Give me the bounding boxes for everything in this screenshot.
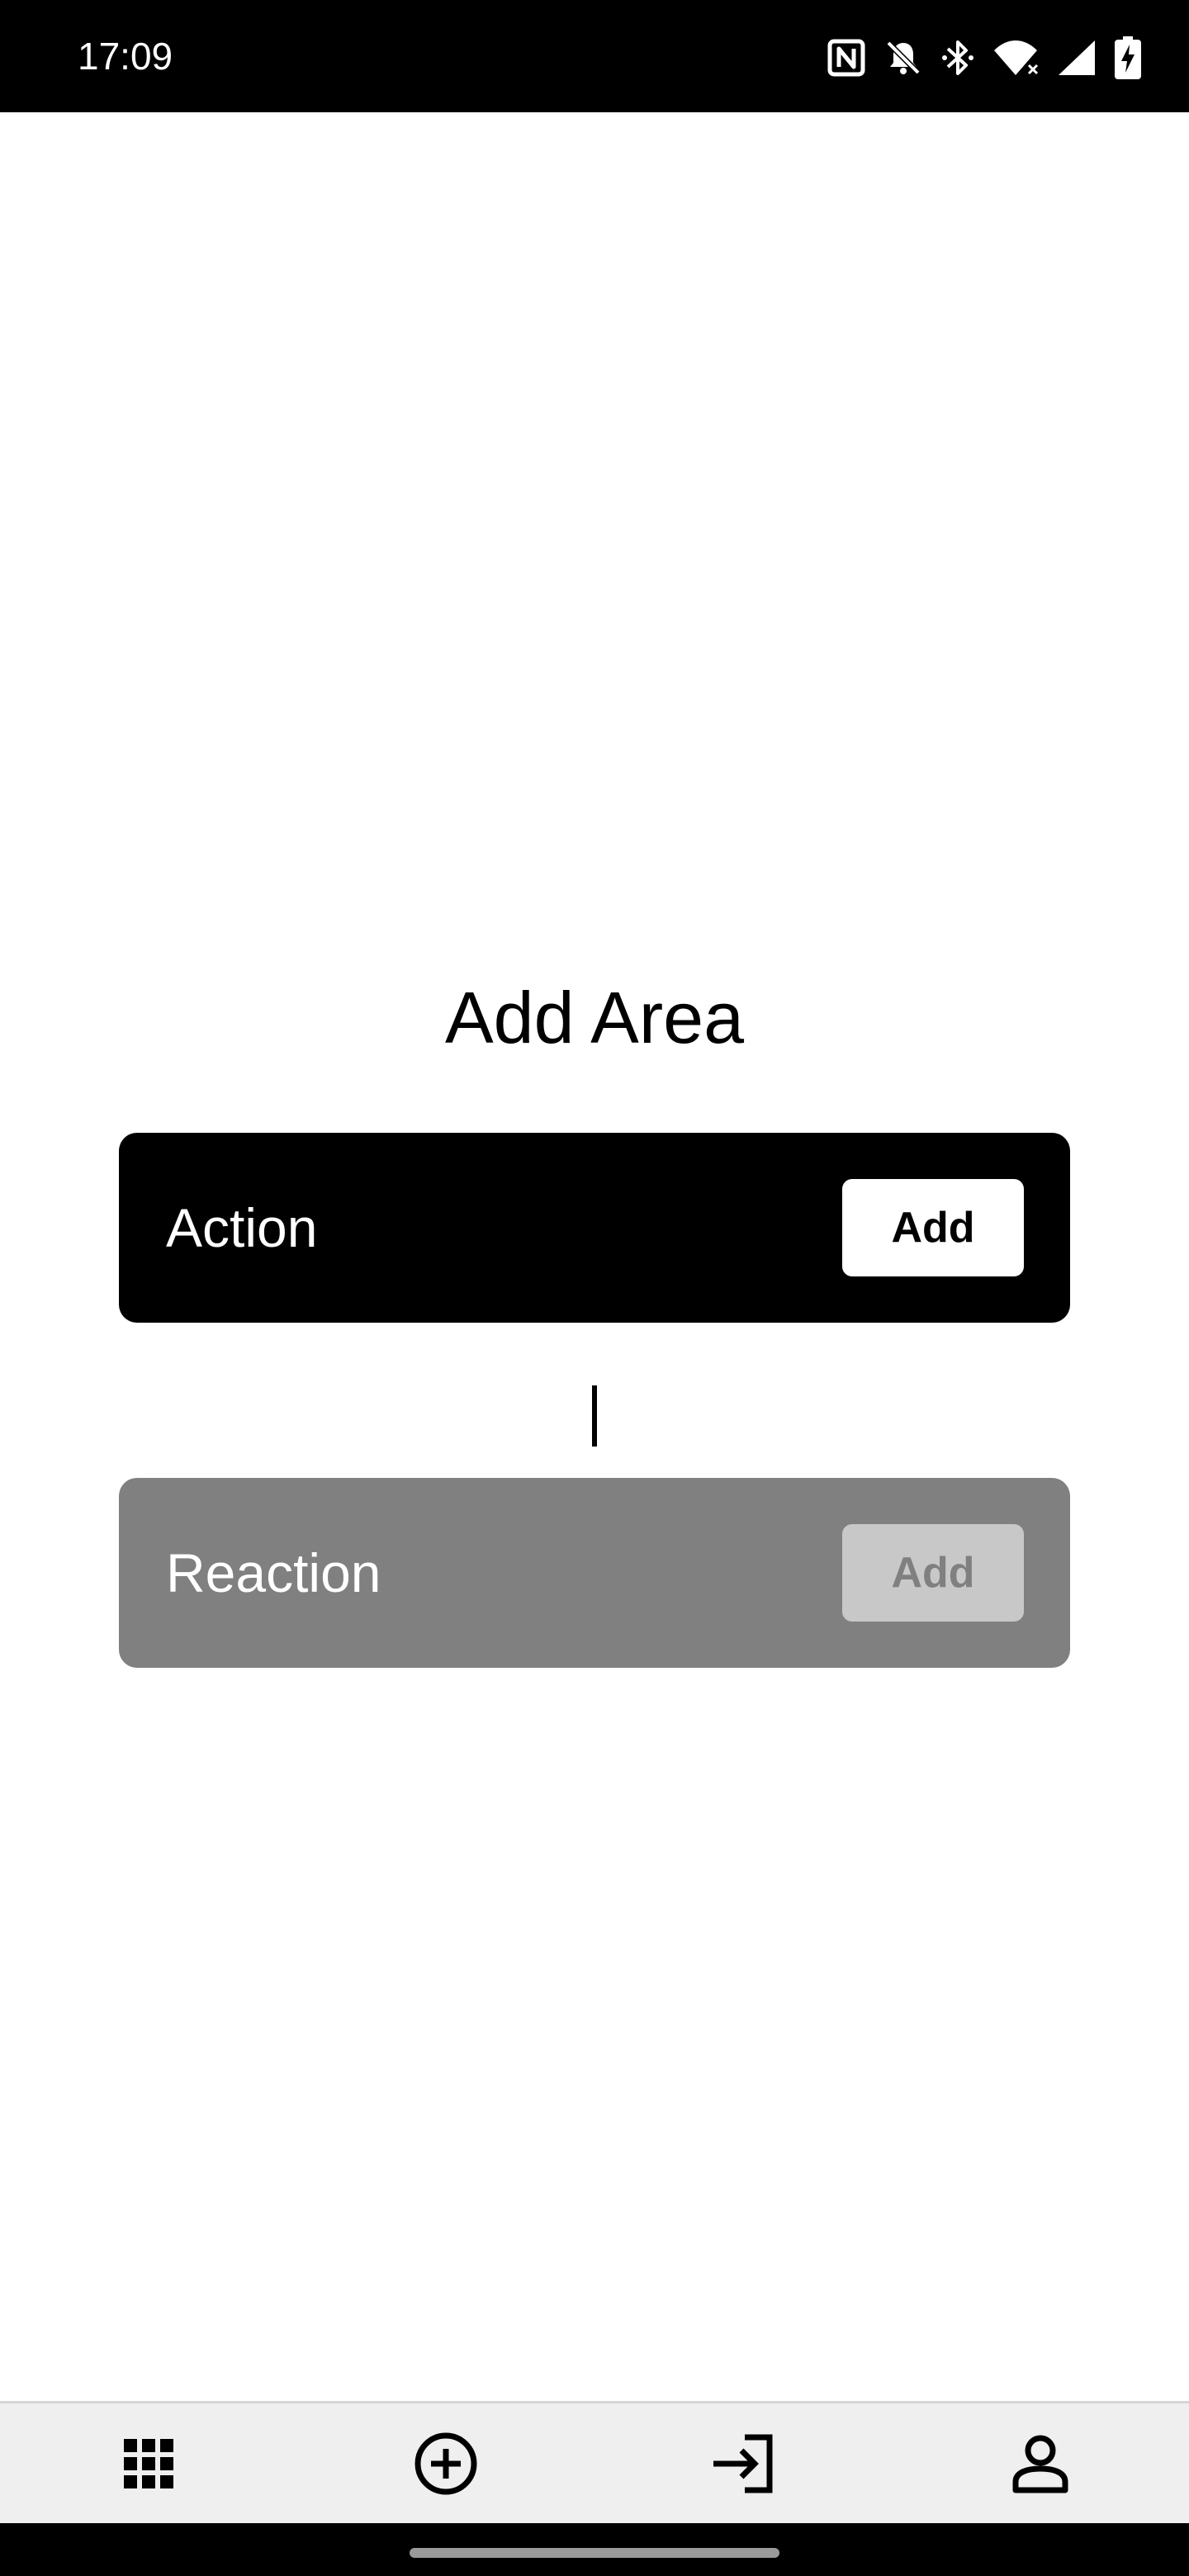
add-circle-icon (413, 2431, 479, 2497)
action-label: Action (166, 1197, 318, 1258)
add-action-button[interactable]: Add (842, 1179, 1024, 1276)
add-reaction-button[interactable]: Add (842, 1524, 1024, 1622)
action-card: Action Add (119, 1133, 1070, 1323)
bluetooth-icon (941, 37, 974, 78)
home-gesture-handle[interactable] (410, 2548, 779, 2558)
status-time: 17:09 (78, 35, 173, 78)
nfc-icon (827, 39, 865, 77)
reaction-card: Reaction Add (119, 1478, 1070, 1668)
reaction-label: Reaction (166, 1542, 381, 1603)
nav-item-login[interactable] (694, 2403, 793, 2523)
status-bar: 17:09 (0, 0, 1189, 112)
bottom-navigation (0, 2401, 1189, 2523)
status-icons (827, 31, 1141, 84)
connector-line (592, 1385, 597, 1447)
battery-charging-icon (1115, 36, 1141, 79)
page-title: Add Area (444, 977, 745, 1058)
wifi-icon (992, 39, 1039, 77)
person-icon (1011, 2434, 1069, 2493)
gesture-bar (0, 2523, 1189, 2576)
nav-item-apps[interactable] (99, 2403, 198, 2523)
nav-item-profile[interactable] (991, 2403, 1090, 2523)
signal-icon (1057, 39, 1097, 77)
notifications-off-icon (883, 38, 923, 78)
apps-grid-icon (122, 2437, 175, 2490)
nav-item-add[interactable] (396, 2403, 495, 2523)
login-icon (710, 2431, 776, 2497)
